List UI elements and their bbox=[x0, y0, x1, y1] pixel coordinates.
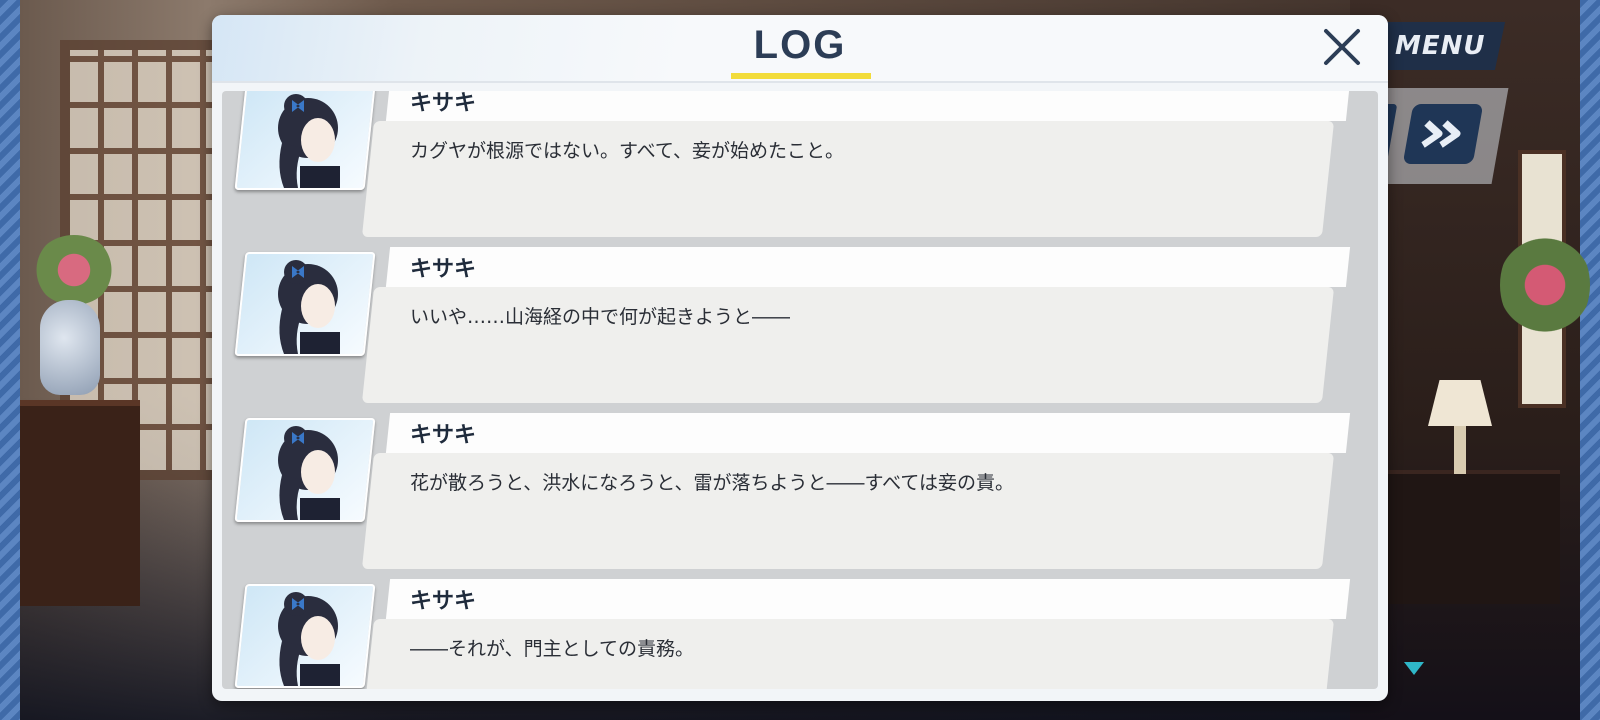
character-avatar bbox=[234, 584, 376, 688]
name-plate bbox=[385, 247, 1351, 287]
bubble-notch bbox=[374, 466, 388, 490]
log-title: LOG bbox=[753, 23, 847, 67]
dialogue-text: カグヤが根源ではない。すべて、妾が始めたこと。 bbox=[410, 140, 844, 162]
bubble-notch bbox=[374, 300, 388, 324]
character-avatar bbox=[234, 252, 376, 356]
character-avatar bbox=[234, 91, 376, 190]
lamp-base bbox=[1454, 426, 1466, 474]
speaker-name: キサキ bbox=[410, 91, 477, 116]
menu-label: MENU bbox=[1394, 31, 1486, 61]
dialogue-text: 花が散ろうと、洪水になろうと、雷が落ちようと――すべては妾の責。 bbox=[410, 472, 1015, 494]
dialogue-text: いいや……山海経の中で何が起きようと―― bbox=[410, 306, 791, 328]
fast-forward-icon bbox=[1421, 120, 1461, 148]
log-header: LOG bbox=[212, 15, 1388, 83]
log-list[interactable]: キサキ カグヤが根源ではない。すべて、妾が始めたこと。 キサキ いいや……山海経… bbox=[222, 91, 1378, 689]
next-indicator-icon[interactable] bbox=[1404, 662, 1424, 675]
log-window: LOG キサキ カグヤが根源ではない。すべて、妾が始めたこと。 キサキ いいや…… bbox=[212, 15, 1388, 701]
name-plate bbox=[385, 413, 1351, 453]
close-icon bbox=[1324, 29, 1360, 65]
speaker-name: キサキ bbox=[410, 423, 477, 448]
log-entry: キサキ ――それが、門主としての責務。 bbox=[222, 579, 1378, 689]
log-entry: キサキ カグヤが根源ではない。すべて、妾が始めたこと。 bbox=[222, 91, 1378, 251]
close-button[interactable] bbox=[1320, 25, 1364, 69]
name-plate bbox=[385, 579, 1351, 619]
bubble-notch bbox=[374, 134, 388, 158]
left-border-stripe bbox=[0, 0, 20, 720]
right-desk bbox=[1380, 470, 1560, 604]
porcelain-vase bbox=[40, 300, 100, 395]
right-flowers bbox=[1500, 230, 1590, 340]
bubble-notch bbox=[374, 632, 388, 656]
name-plate bbox=[385, 91, 1351, 121]
log-entry: キサキ 花が散ろうと、洪水になろうと、雷が落ちようと――すべては妾の責。 bbox=[222, 413, 1378, 583]
speaker-name: キサキ bbox=[410, 257, 477, 282]
title-underline bbox=[731, 73, 871, 79]
fast-forward-button[interactable] bbox=[1402, 104, 1484, 164]
flower-bouquet bbox=[34, 235, 114, 305]
menu-button[interactable]: MENU bbox=[1374, 22, 1506, 70]
log-entry: キサキ いいや……山海経の中で何が起きようと―― bbox=[222, 247, 1378, 417]
right-border-stripe bbox=[1580, 0, 1600, 720]
character-avatar bbox=[234, 418, 376, 522]
speaker-name: キサキ bbox=[410, 589, 477, 614]
left-cabinet bbox=[20, 400, 140, 606]
dialogue-text: ――それが、門主としての責務。 bbox=[410, 638, 695, 660]
